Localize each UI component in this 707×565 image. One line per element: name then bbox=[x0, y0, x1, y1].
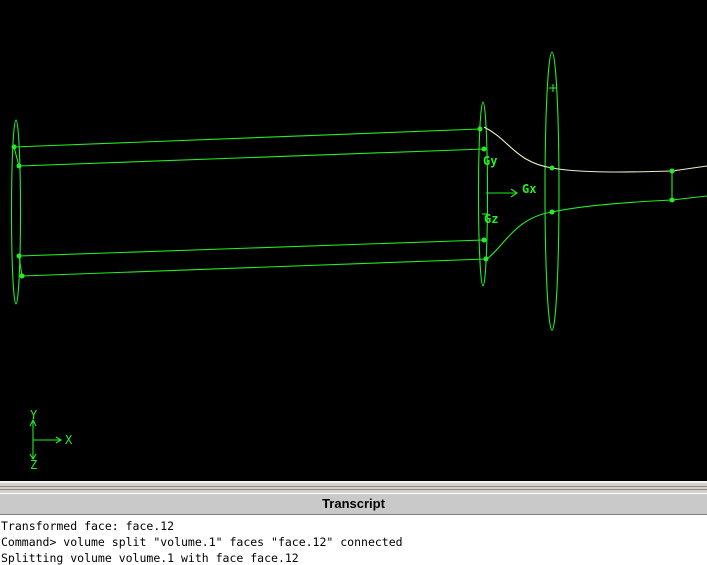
left-connector-top bbox=[13, 146, 20, 167]
splitter-ridge bbox=[0, 486, 707, 487]
vertex bbox=[669, 197, 675, 203]
vertex bbox=[481, 146, 487, 152]
pane-splitter[interactable] bbox=[0, 481, 707, 493]
body-edge-top-inner bbox=[18, 148, 485, 167]
x-axis-label: X bbox=[65, 433, 73, 447]
y-axis-label: Y bbox=[30, 408, 38, 422]
gx-label: Gx bbox=[522, 182, 536, 196]
body-edge-bottom-inner bbox=[18, 239, 485, 257]
vertex bbox=[19, 273, 25, 279]
vertex bbox=[669, 168, 675, 174]
z-axis-label: Z bbox=[30, 458, 37, 472]
transcript-panel[interactable]: Transformed face: face.12 Command> volum… bbox=[0, 515, 707, 565]
vertex bbox=[477, 126, 483, 132]
transcript-line: Transformed face: face.12 bbox=[1, 519, 175, 533]
vertex bbox=[16, 253, 22, 259]
transcript-title-bar: Transcript bbox=[0, 493, 707, 515]
transcript-line: Splitting volume volume.1 with face face… bbox=[1, 551, 299, 565]
transcript-title: Transcript bbox=[322, 496, 385, 511]
axis-triad: Y X Z bbox=[29, 408, 73, 472]
gz-label: Gz bbox=[484, 212, 498, 226]
vertex bbox=[549, 165, 555, 171]
right-circle bbox=[544, 51, 560, 331]
vertex bbox=[481, 237, 487, 243]
transcript-line: Command> volume split "volume.1" faces "… bbox=[1, 535, 403, 549]
gy-label: Gy bbox=[483, 154, 497, 168]
body-edge-bottom-outer bbox=[21, 258, 487, 277]
body-edge-top-outer bbox=[13, 128, 481, 148]
vertex bbox=[16, 163, 22, 169]
taper-top-edge bbox=[483, 126, 673, 173]
splitter-ridge bbox=[0, 489, 707, 490]
model-display[interactable]: Gx Gy Gz Y X Z bbox=[0, 0, 707, 481]
vertex bbox=[483, 256, 489, 262]
taper-bottom-edge bbox=[486, 195, 707, 260]
graphics-viewport[interactable]: Gx Gy Gz Y X Z bbox=[0, 0, 707, 481]
vertex bbox=[549, 209, 555, 215]
neck-top-extension bbox=[671, 165, 707, 172]
vertex bbox=[11, 144, 17, 150]
